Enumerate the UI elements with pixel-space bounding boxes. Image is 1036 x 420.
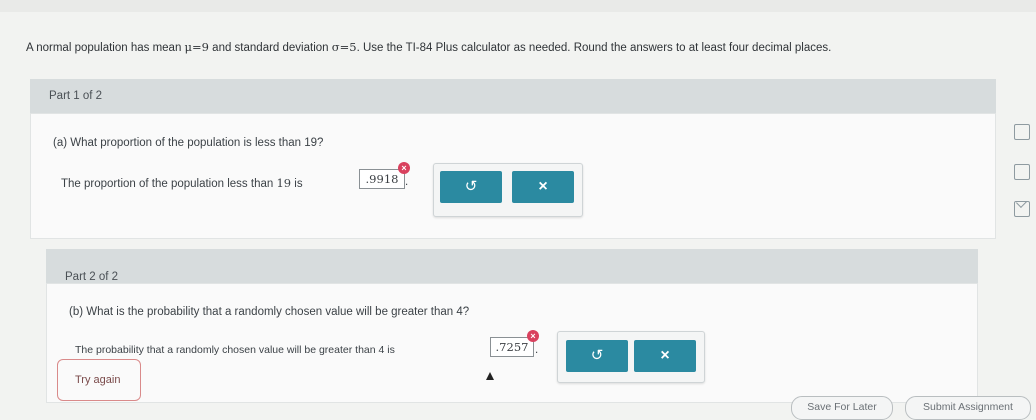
part1-undo-button[interactable]: ↺ bbox=[440, 171, 502, 203]
try-again-button[interactable]: Try again bbox=[57, 359, 141, 401]
part2-header-label: Part 2 of 2 bbox=[65, 271, 119, 283]
save-for-later-button[interactable]: Save For Later bbox=[791, 396, 893, 420]
problem-text: A normal population has mean bbox=[26, 42, 185, 54]
mouse-cursor-icon bbox=[486, 372, 494, 380]
part2-answer-input[interactable]: .7257 bbox=[490, 337, 534, 357]
part2-clear-button[interactable]: × bbox=[634, 340, 696, 372]
part1-clear-button[interactable]: × bbox=[512, 171, 574, 203]
close-icon: × bbox=[538, 178, 548, 195]
submit-assignment-button[interactable]: Submit Assignment bbox=[905, 396, 1031, 420]
mean-expression: μ=9 bbox=[184, 40, 209, 54]
top-bar bbox=[0, 0, 1036, 12]
part1-header-label: Part 1 of 2 bbox=[49, 90, 103, 102]
part1-answer-threshold: 19 bbox=[276, 176, 292, 190]
part2-question: (b) What is the probability that a rando… bbox=[69, 306, 470, 318]
part1-answer-input[interactable]: .9918 bbox=[359, 169, 405, 189]
part1-answer-period: . bbox=[405, 176, 409, 188]
part2-header: Part 2 of 2 bbox=[46, 249, 978, 283]
part2-undo-button[interactable]: ↺ bbox=[566, 340, 628, 372]
problem-text: . Use the TI-84 Plus calculator as neede… bbox=[356, 42, 832, 54]
problem-statement: A normal population has mean μ=9 and sta… bbox=[26, 40, 1006, 54]
part2-answer-row: The probability that a randomly chosen v… bbox=[75, 344, 395, 356]
undo-icon: ↺ bbox=[464, 178, 478, 195]
part2-error-icon: × bbox=[527, 330, 539, 342]
part2-answer-period: . bbox=[535, 344, 539, 356]
close-icon: × bbox=[660, 347, 670, 364]
problem-text: and standard deviation bbox=[208, 42, 332, 54]
part1-answer-text: is bbox=[291, 178, 303, 190]
part1-error-icon: × bbox=[398, 162, 410, 174]
mail-icon[interactable] bbox=[1014, 201, 1030, 217]
calculator-icon[interactable] bbox=[1014, 124, 1030, 140]
table-icon[interactable] bbox=[1014, 164, 1030, 180]
undo-icon: ↺ bbox=[590, 347, 604, 364]
part1-answer-text: The proportion of the population less th… bbox=[61, 178, 277, 190]
part1-answer-row: The proportion of the population less th… bbox=[61, 176, 303, 190]
part1-question: (a) What proportion of the population is… bbox=[53, 137, 324, 149]
part1-header: Part 1 of 2 bbox=[30, 79, 996, 113]
sd-expression: σ=5 bbox=[331, 40, 357, 54]
